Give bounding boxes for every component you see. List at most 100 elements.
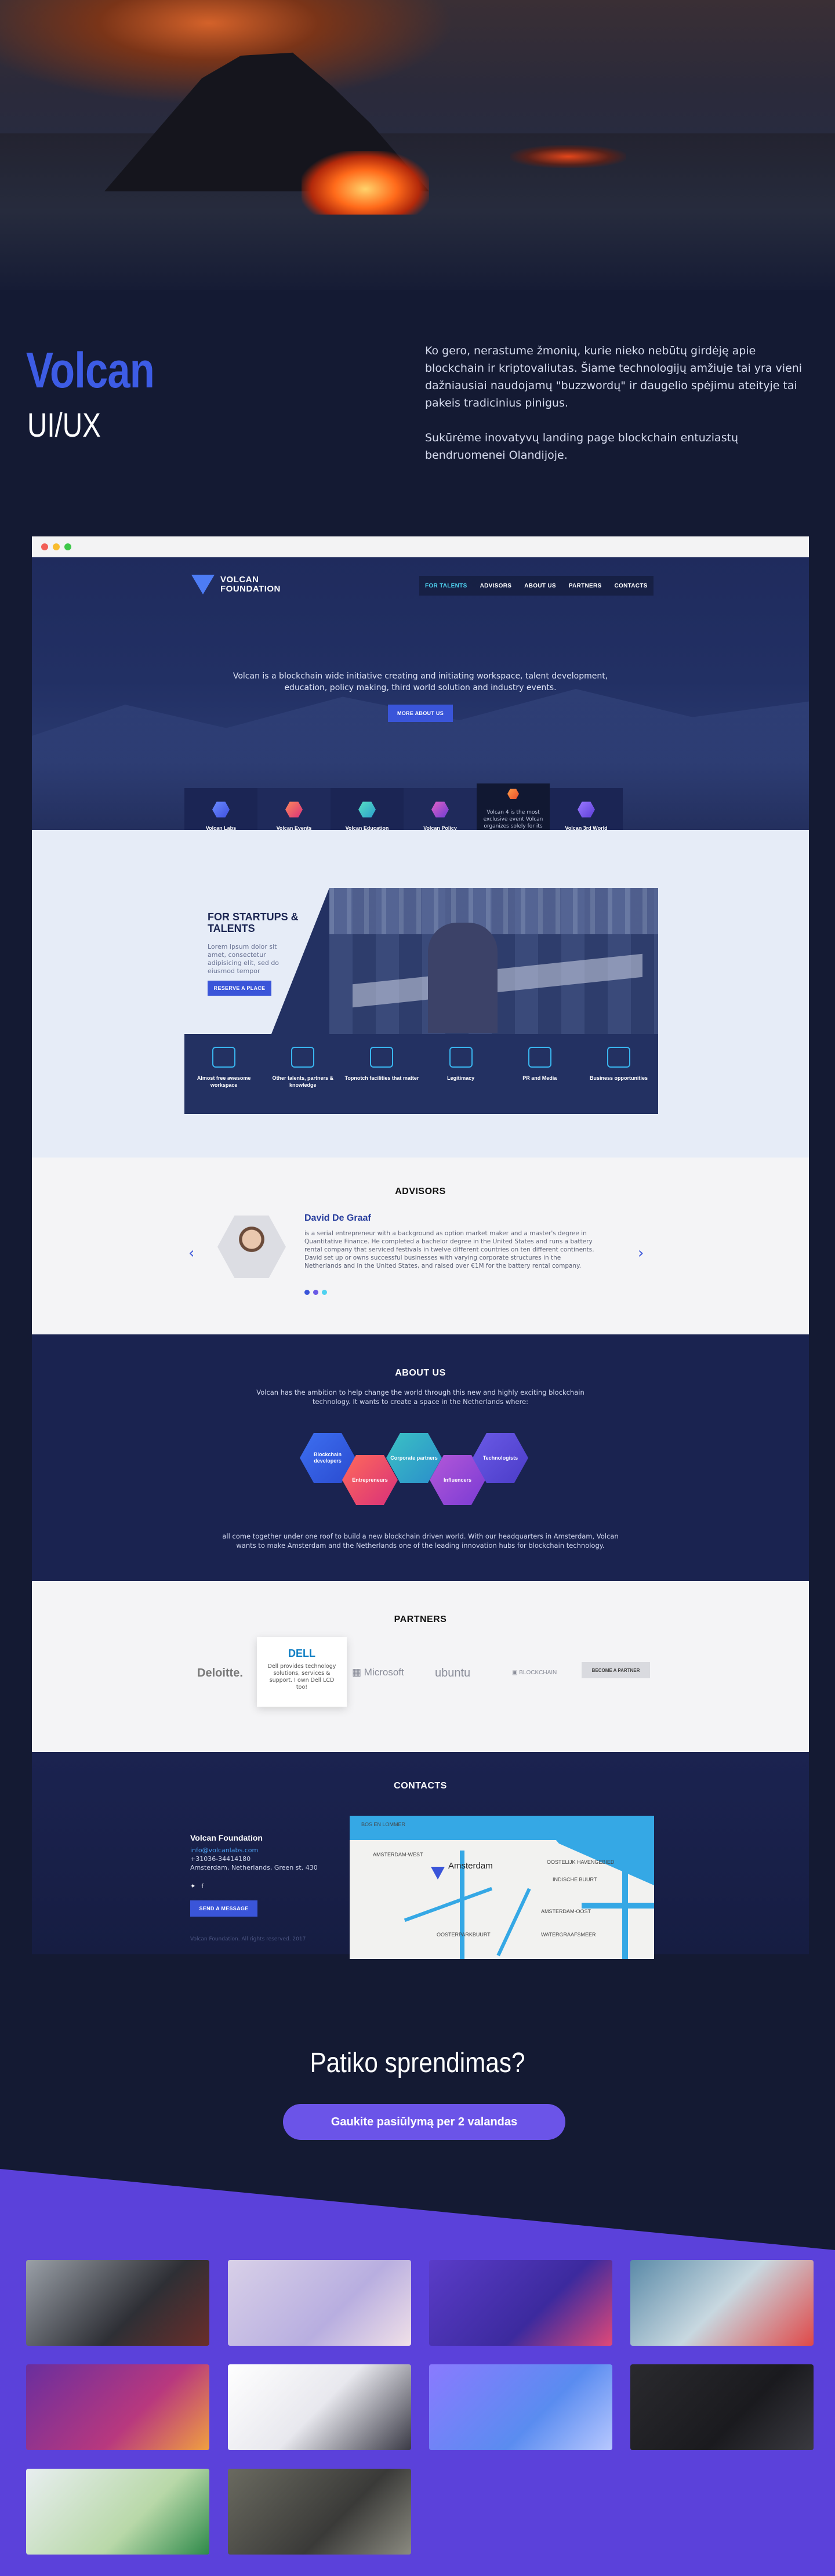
ubuntu-logo[interactable]: ubuntu [435, 1667, 470, 1680]
advisors-section: ADVISORS ‹ David De Graaf is a serial en… [32, 1158, 809, 1334]
map-pin-icon[interactable] [431, 1867, 445, 1880]
contacts-section: CONTACTS Volcan Foundation info@volcanla… [32, 1752, 809, 1959]
tile-volcan-events[interactable]: Volcan Events [257, 788, 331, 830]
tile-label: Volcan Policy [423, 825, 457, 830]
minimize-dot-icon [53, 543, 60, 550]
policy-icon [431, 801, 449, 818]
reserve-place-button[interactable]: RESERVE A PLACE [208, 981, 271, 996]
volcan-logo-icon [191, 575, 215, 594]
site-logo[interactable]: VOLCAN FOUNDATION [191, 575, 281, 594]
portfolio-thumb[interactable] [228, 2260, 411, 2346]
about-text-2: all come together under one roof to buil… [222, 1532, 619, 1550]
volcan-4-icon [507, 789, 519, 799]
nav-for-talents[interactable]: FOR TALENTS [425, 583, 467, 589]
carousel-dot[interactable] [304, 1290, 310, 1295]
contact-address: Amsterdam, Netherlands, Green st. 430 [190, 1864, 318, 1871]
tile-label: Volcan Events [276, 825, 312, 830]
contact-org: Volcan Foundation [190, 1833, 263, 1842]
tile-volcan-3rd-world[interactable]: Volcan 3rd World [550, 788, 623, 830]
advisor-name: David De Graaf [304, 1213, 371, 1223]
feature-item: Almost free awesome workspace [184, 1039, 263, 1114]
startups-text: Lorem ipsum dolor sit amet, consectetur … [208, 943, 279, 975]
more-about-us-button[interactable]: MORE ABOUT US [388, 705, 453, 722]
contact-details: info@volcanlabs.com +31036-34414180 Amst… [190, 1846, 318, 1872]
feature-item: Other talents, partners & knowledge [263, 1039, 342, 1114]
partners-section: PARTNERS Deloitte. DELL Dell provides te… [32, 1581, 809, 1752]
feature-item: Topnotch facilities that matter [342, 1039, 421, 1114]
tile-volcan-labs[interactable]: Volcan Labs [184, 788, 257, 830]
next-arrow-icon[interactable]: › [638, 1245, 644, 1262]
startups-card: FOR STARTUPS & TALENTS Lorem ipsum dolor… [184, 888, 658, 1114]
tile-label: Volcan Labs [205, 825, 237, 830]
social-links: ✦ f [190, 1882, 204, 1890]
advisor-bio: is a serial entrepreneur with a backgrou… [304, 1230, 594, 1269]
portfolio-thumb[interactable] [26, 2364, 209, 2450]
close-dot-icon [41, 543, 48, 550]
carousel-dot[interactable] [313, 1290, 318, 1295]
contact-email[interactable]: info@volcanlabs.com [190, 1846, 318, 1855]
nav-partners[interactable]: PARTNERS [569, 583, 602, 589]
send-message-button[interactable]: SEND A MESSAGE [190, 1900, 257, 1917]
copyright: Volcan Foundation. All rights reserved. … [190, 1936, 306, 1942]
about-section: ABOUT US Volcan has the ambition to help… [32, 1334, 809, 1581]
feature-item: PR and Media [500, 1039, 579, 1114]
become-partner-button[interactable]: BECOME A PARTNER [582, 1662, 650, 1678]
description-paragraph-2: Sukūrėme inovatyvų landing page blockcha… [425, 431, 739, 462]
tile-label: Volcan 3rd World [565, 825, 608, 830]
dell-partner-card[interactable]: DELL Dell provides technology solutions,… [257, 1637, 347, 1707]
maximize-dot-icon [64, 543, 71, 550]
portfolio-thumb[interactable] [630, 2260, 814, 2346]
contacts-map[interactable]: Amsterdam AMSTERDAM-WEST AMSTERDAM-OOST … [350, 1816, 654, 1959]
site-hero: VOLCAN FOUNDATION FOR TALENTS ADVISORS A… [32, 557, 809, 830]
tile-volcan-policy[interactable]: Volcan Policy [404, 788, 477, 830]
nav-advisors[interactable]: ADVISORS [480, 583, 512, 589]
carousel-dot[interactable] [322, 1290, 327, 1295]
logo-line-2: FOUNDATION [220, 584, 281, 594]
project-subtitle: UI/UX [27, 407, 101, 444]
advisors-title: ADVISORS [395, 1187, 446, 1196]
tile-volcan-education[interactable]: Volcan Education [331, 788, 404, 830]
about-text-1: Volcan has the ambition to help change t… [256, 1388, 584, 1406]
product-tiles: Volcan Labs Volcan Events Volcan Educati… [184, 783, 623, 830]
startups-title: FOR STARTUPS & TALENTS [208, 911, 299, 934]
about-title: ABOUT US [395, 1368, 446, 1378]
project-description: Ko gero, nerastume žmonių, kurie nieko n… [425, 342, 808, 481]
site-nav: FOR TALENTS ADVISORS ABOUT US PARTNERS C… [419, 576, 654, 596]
blockchain-logo[interactable]: ▣ BLOCKCHAIN [512, 1670, 557, 1676]
nav-about-us[interactable]: ABOUT US [524, 583, 556, 589]
labs-icon [212, 801, 230, 818]
network-icon [291, 1047, 315, 1068]
tile-description: Volcan 4 is the most exclusive event Vol… [483, 810, 543, 829]
microsoft-logo[interactable]: ▦ Microsoft [352, 1667, 404, 1678]
cta-button[interactable]: Gaukite pasiūlymą per 2 valandas [283, 2104, 565, 2140]
portfolio-thumb[interactable] [26, 2469, 209, 2555]
hero-tagline: Volcan is a blockchain wide initiative c… [233, 672, 608, 692]
media-icon [528, 1047, 551, 1068]
portfolio-thumb[interactable] [630, 2364, 814, 2450]
portfolio-thumb[interactable] [429, 2260, 612, 2346]
prev-arrow-icon[interactable]: ‹ [188, 1245, 194, 1262]
events-icon [285, 801, 303, 818]
startups-intro: FOR STARTUPS & TALENTS Lorem ipsum dolor… [184, 888, 329, 1034]
legitimacy-icon [449, 1047, 473, 1068]
project-title: Volcan [26, 343, 155, 398]
tile-volcan-4[interactable]: Volcan 4 is the most exclusive event Vol… [477, 783, 550, 830]
partners-title: PARTNERS [394, 1614, 447, 1624]
nav-contacts[interactable]: CONTACTS [615, 583, 648, 589]
tile-label: Volcan Education [345, 825, 389, 830]
twitter-icon[interactable]: ✦ [190, 1882, 195, 1890]
browser-mockup: VOLCAN FOUNDATION FOR TALENTS ADVISORS A… [32, 536, 809, 1959]
facebook-icon[interactable]: f [201, 1882, 204, 1890]
advisor-photo [217, 1216, 286, 1278]
portfolio-thumb[interactable] [228, 2364, 411, 2450]
portfolio-thumb[interactable] [429, 2364, 612, 2450]
description-paragraph-1: Ko gero, nerastume žmonių, kurie nieko n… [425, 344, 803, 409]
deloitte-logo[interactable]: Deloitte. [197, 1667, 243, 1680]
business-icon [607, 1047, 630, 1068]
hero-volcano-photo [0, 0, 835, 290]
workspace-icon [212, 1047, 236, 1068]
logo-line-1: VOLCAN [220, 575, 259, 585]
portfolio-thumb[interactable] [228, 2469, 411, 2555]
dell-logo: DELL [288, 1648, 315, 1659]
portfolio-thumb[interactable] [26, 2260, 209, 2346]
